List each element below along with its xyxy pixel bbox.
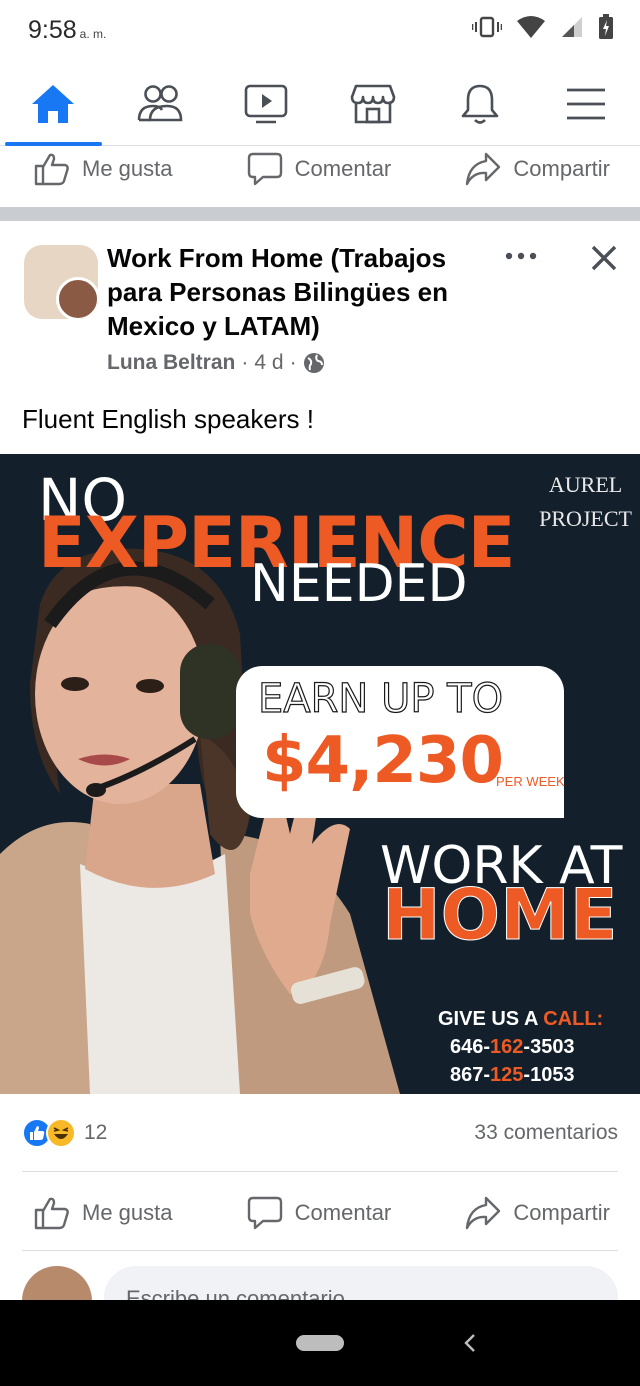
thumbs-up-icon: [34, 153, 69, 186]
more-options-button[interactable]: [503, 244, 539, 268]
friends-icon: [137, 85, 183, 122]
comment-button[interactable]: Comentar: [247, 1195, 392, 1231]
post-image[interactable]: ​ NO EXPERIENCE NEEDED AUREL PROJECT EAR…: [0, 454, 640, 1094]
share-label: Compartir: [513, 1200, 610, 1225]
status-bar: 9:58 a. m.: [0, 0, 640, 62]
haha-reaction-icon: [46, 1118, 76, 1148]
share-button[interactable]: Compartir: [465, 151, 610, 187]
meta-separator: ·: [241, 351, 249, 374]
vibrate-icon: [472, 16, 502, 38]
battery-icon: [599, 14, 613, 39]
share-button[interactable]: Compartir: [465, 1195, 610, 1231]
ad-per-week: PER WEEK: [496, 774, 565, 789]
system-navigation-bar: [0, 1300, 640, 1386]
comment-bubble-icon: [247, 1196, 282, 1230]
status-time: 9:58 a. m.: [28, 16, 106, 45]
ad-phone-2-part: 125: [490, 1064, 524, 1086]
share-arrow-icon: [466, 1196, 501, 1230]
top-navigation: [0, 62, 640, 146]
globe-icon: [303, 353, 324, 373]
like-label: Me gusta: [82, 156, 173, 181]
comment-bubble-icon: [247, 152, 282, 186]
like-button[interactable]: Me gusta: [34, 151, 173, 187]
previous-post-actions: Me gusta Comentar Compartir: [0, 139, 640, 199]
ad-phone-2-part: 867-: [450, 1064, 491, 1086]
tab-notifications[interactable]: [426, 62, 533, 146]
share-arrow-icon: [466, 152, 501, 186]
clock-text: 9:58: [28, 16, 77, 44]
ad-call-prefix: GIVE US A: [438, 1008, 544, 1030]
ad-brand-line2: PROJECT: [539, 506, 632, 531]
reaction-summary[interactable]: 12: [22, 1118, 107, 1148]
home-gesture-pill[interactable]: [296, 1335, 344, 1351]
ad-call-accent: CALL:: [543, 1008, 604, 1030]
feed-separator: [0, 207, 640, 221]
ad-earn-label: EARN UP TO: [257, 675, 504, 722]
ad-home: HOME: [382, 874, 619, 957]
ad-brand: AUREL PROJECT: [539, 468, 632, 536]
share-label: Compartir: [513, 156, 610, 181]
signal-icon: [562, 17, 582, 37]
home-icon: [32, 85, 75, 123]
ad-phone-2-part: -1053: [523, 1064, 575, 1086]
thumbs-up-icon: [34, 1197, 69, 1230]
comment-label: Comentar: [294, 1200, 392, 1225]
close-icon: [591, 245, 617, 271]
ad-phone-1-part: -3503: [523, 1036, 575, 1058]
ad-brand-line1: AUREL: [548, 472, 623, 497]
menu-icon: [567, 88, 606, 120]
ad-earn-amount: $4,230: [262, 724, 504, 798]
marketplace-icon: [350, 84, 396, 124]
ad-phone-1-part: 162: [490, 1036, 524, 1058]
notifications-icon: [461, 84, 498, 124]
hide-post-button[interactable]: [586, 240, 622, 276]
wifi-icon: [517, 16, 545, 38]
post-time[interactable]: 4 d: [254, 351, 283, 375]
tab-home[interactable]: [0, 62, 107, 146]
post-actions: Me gusta Comentar Compartir: [0, 1183, 640, 1243]
like-button[interactable]: Me gusta: [34, 1195, 173, 1231]
tab-watch[interactable]: [213, 62, 320, 146]
tab-menu[interactable]: [533, 62, 640, 146]
tab-marketplace[interactable]: [320, 62, 427, 146]
tab-friends[interactable]: [107, 62, 214, 146]
ad-phone-2: 867-125-1053: [450, 1064, 575, 1087]
post-meta: Luna Beltran · 4 d ·: [107, 351, 325, 375]
ad-call-text: GIVE US A CALL:: [438, 1008, 603, 1031]
comment-button[interactable]: Comentar: [247, 151, 392, 187]
comment-label: Comentar: [294, 156, 392, 181]
like-label: Me gusta: [82, 1200, 173, 1225]
divider: [22, 1250, 618, 1251]
status-icons: [472, 14, 614, 40]
post-text: Fluent English speakers !: [22, 404, 314, 434]
ad-headline-needed: NEEDED: [250, 554, 468, 614]
meta-separator: ·: [289, 351, 297, 374]
author-avatar[interactable]: [56, 277, 98, 319]
watch-icon: [245, 84, 288, 124]
back-chevron-icon[interactable]: [462, 1333, 478, 1353]
ad-phone-1-part: 646-: [450, 1036, 491, 1058]
more-dots-icon: [505, 252, 537, 260]
reaction-count: 12: [84, 1121, 108, 1144]
ad-phone-1: 646-162-3503: [450, 1036, 575, 1059]
comments-count-link[interactable]: 33 comentarios: [474, 1121, 618, 1145]
clock-ampm: a. m.: [79, 27, 107, 41]
author-name-link[interactable]: Luna Beltran: [107, 351, 235, 375]
group-name-link[interactable]: Work From Home (Trabajos para Personas B…: [107, 241, 487, 343]
group-avatar[interactable]: [24, 245, 98, 319]
divider: [22, 1171, 618, 1172]
